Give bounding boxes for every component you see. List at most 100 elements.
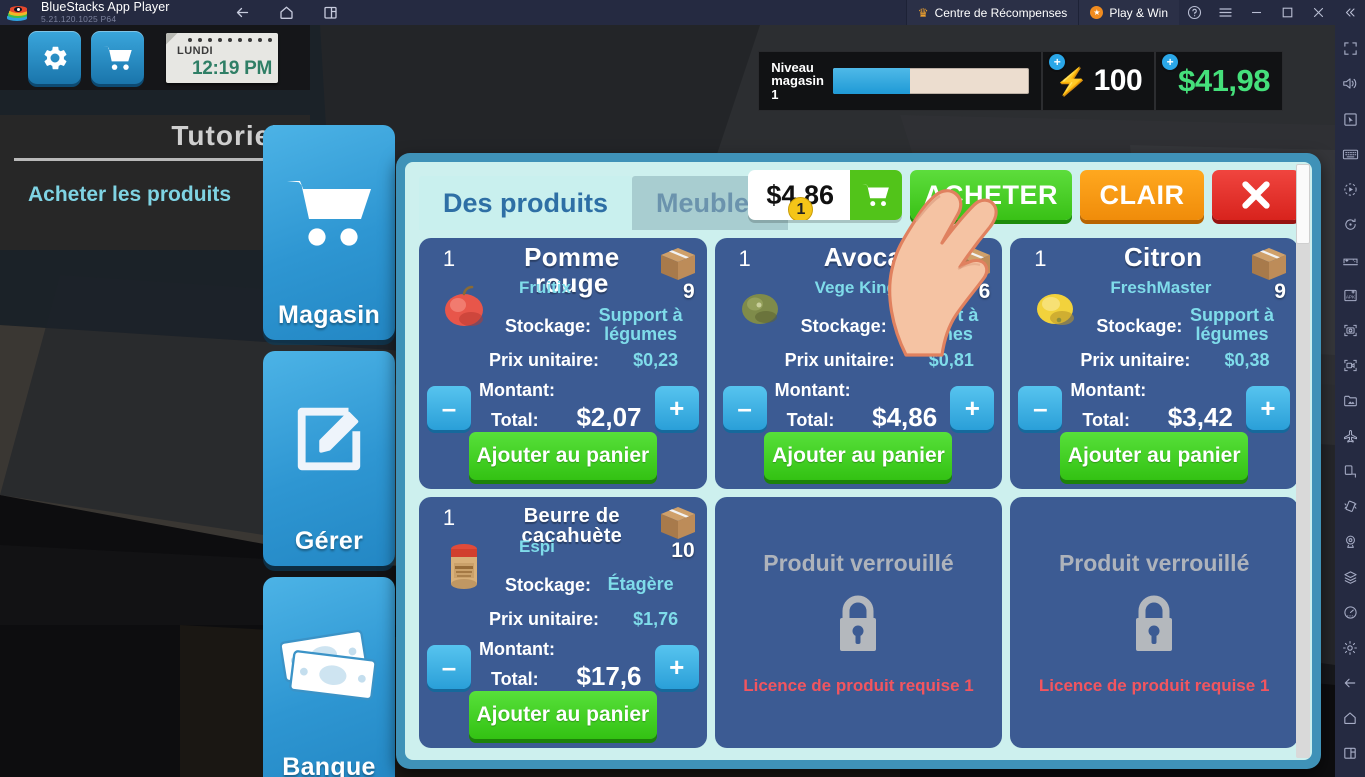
cart-count-badge: 1 [788,197,814,220]
money-cell[interactable]: + $41,98 [1154,52,1282,110]
amount-label: Montant: [479,380,555,400]
sidebar-item-gerer[interactable]: Gérer [263,351,395,566]
increase-amount-button[interactable]: + [654,386,699,430]
close-modal-button[interactable] [1212,170,1300,220]
lemon-icon [1024,274,1086,336]
install-apk-icon[interactable]: APK [1335,278,1365,313]
hud-left: LUNDI 12:19 PM [0,25,310,90]
home-icon[interactable] [1335,700,1365,735]
volume-icon[interactable] [1335,66,1365,101]
macro-icon[interactable] [1335,172,1365,207]
titlebar-nav [234,4,339,21]
sidebar-item-magasin[interactable]: Magasin [263,125,395,340]
gamepad-icon[interactable] [1335,242,1365,277]
svg-text:APK: APK [1345,294,1355,299]
storage-value: Support à légumes [1189,305,1274,344]
settings-icon[interactable] [1335,630,1365,665]
home-icon[interactable] [278,4,295,21]
amount-value: 1 [1034,246,1047,271]
record-icon[interactable] [1335,348,1365,383]
decrease-amount-button[interactable]: – [722,386,767,430]
total-label: Total: [491,669,539,689]
decrease-amount-button[interactable]: – [427,386,471,430]
game-viewport[interactable]: LUNDI 12:19 PM Niveau magasin 1 + ⚡ 100 [0,25,1335,777]
app-version: 5.21.120.1025 P64 [41,14,117,25]
increase-amount-button[interactable]: + [1245,386,1290,430]
add-to-cart-button[interactable]: Ajouter au panier [764,432,953,480]
product-name: Beurre de cacahuète [521,505,623,547]
level-progress-bar [833,68,1030,94]
add-to-cart-button[interactable]: Ajouter au panier [1060,432,1249,480]
peanut-butter-icon [433,533,495,595]
close-button[interactable] [1303,0,1334,25]
product-card[interactable]: Avocat Vege King 6 Stockage: Support à légum… [714,238,1003,489]
product-scrollbar-thumb[interactable] [1296,164,1310,244]
total-label: Total: [786,410,835,430]
add-money-badge[interactable]: + [1162,54,1179,70]
rotate-icon[interactable] [1335,207,1365,242]
multi-instance-icon[interactable] [322,4,339,21]
reward-center-button[interactable]: ♛ Centre de Récompenses [905,0,1079,25]
close-icon [1242,181,1270,209]
total-value: $4,86 [872,402,938,432]
unit-price-value: $1,76 [633,609,679,629]
increase-amount-button[interactable]: + [950,386,995,430]
shopping-cart-icon [263,125,395,301]
shake-icon[interactable] [1335,489,1365,524]
product-card[interactable]: Pomme rouge Fruitix 9 Stockage: Support à lé… [419,238,707,489]
app-title-block: BlueStacks App Player 5.21.120.1025 P64 [41,0,170,25]
buy-button[interactable]: ACHETER [909,170,1072,220]
location-icon[interactable] [1335,524,1365,559]
back-icon[interactable] [234,4,251,21]
cart-total-pill[interactable]: $4,86 1 [748,170,902,220]
edit-icon [263,351,395,527]
apple-icon [433,274,495,336]
increase-amount-button[interactable]: + [654,645,699,689]
add-to-cart-button[interactable]: Ajouter au panier [468,691,657,739]
product-card-locked[interactable]: Produit verrouillé Licence de produit req… [1010,497,1298,748]
multi-instance-manager-icon[interactable] [1335,560,1365,595]
fullscreen-icon[interactable] [1335,31,1365,66]
help-button[interactable] [1179,0,1210,25]
energy-value: 100 [1093,64,1143,97]
menu-button[interactable] [1210,0,1241,25]
amount-value: 1 [442,505,456,530]
shop-modal-inner: Des produits Meubles $4,86 1 ACHETER CLA… [405,162,1312,760]
titlebar-right: ♛ Centre de Récompenses ★ Play & Win [905,0,1365,25]
storage-value: Support à légumes [598,305,683,344]
amount-label: Montant: [1070,380,1147,400]
cursor-icon[interactable] [1335,101,1365,136]
bluestacks-window: BlueStacks App Player 5.21.120.1025 P64 [0,0,1365,777]
minimize-button[interactable] [1241,0,1272,25]
performance-icon[interactable] [1335,595,1365,630]
back-icon[interactable] [1335,665,1365,700]
airplane-icon[interactable] [1335,419,1365,454]
media-manager-icon[interactable] [1335,383,1365,418]
settings-button[interactable] [28,31,81,84]
tab-des-produits-label: Des produits [443,187,609,218]
decrease-amount-button[interactable]: – [427,645,471,689]
collapse-sidebar-button[interactable] [1334,0,1365,25]
tilt-icon[interactable] [1335,454,1365,489]
lock-icon [830,591,886,662]
level-progress-fill [833,68,910,94]
tab-des-produits[interactable]: Des produits [419,176,633,230]
shop-button[interactable] [91,31,144,84]
play-and-win-button[interactable]: ★ Play & Win [1078,0,1179,25]
product-card-locked[interactable]: Produit verrouillé Licence de produit req… [714,497,1003,748]
add-to-cart-button[interactable]: Ajouter au panier [468,432,657,480]
screenshot-icon[interactable] [1335,313,1365,348]
keyboard-icon[interactable] [1335,137,1365,172]
decrease-amount-button[interactable]: – [1018,386,1063,430]
recents-icon[interactable] [1335,736,1365,771]
amount-value: 1 [442,246,456,271]
energy-cell[interactable]: + ⚡ 100 [1041,52,1154,110]
product-scrollbar[interactable] [1296,164,1310,758]
maximize-button[interactable] [1272,0,1303,25]
product-card[interactable]: Beurre de cacahuète Espi 10 Stockage: Étagèr… [419,497,707,748]
clear-button[interactable]: CLAIR [1080,170,1204,220]
product-card[interactable]: Citron FreshMaster 9 Stockage: Support à lég… [1010,238,1298,489]
left-menu: Magasin Gérer Banque [263,125,395,777]
clock-time: 12:19 PM [192,57,272,79]
sidebar-item-banque[interactable]: Banque [263,577,395,777]
